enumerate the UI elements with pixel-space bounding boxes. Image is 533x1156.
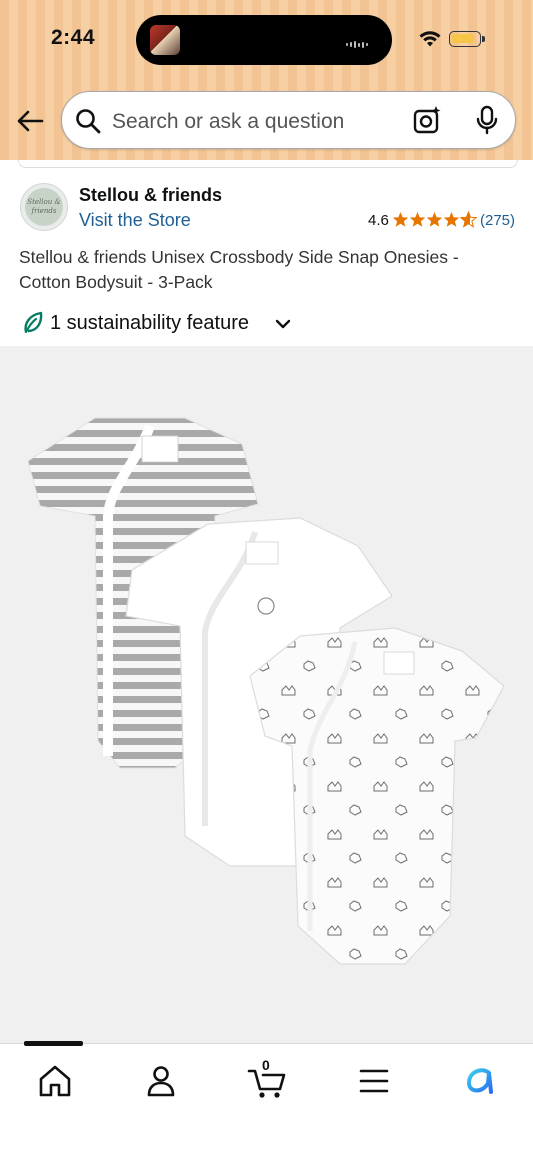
wifi-icon xyxy=(419,31,441,47)
product-image-gallery[interactable] xyxy=(0,346,533,1043)
battery-level xyxy=(452,34,474,43)
leaf-icon xyxy=(24,311,43,334)
battery-icon xyxy=(449,31,485,47)
sustainability-label: 1 sustainability feature xyxy=(50,312,250,334)
rating-count[interactable]: (275) xyxy=(480,212,515,229)
cart-button[interactable]: 0 xyxy=(247,1057,287,1101)
home-icon[interactable] xyxy=(35,1061,75,1101)
rating-value[interactable]: 4.6 xyxy=(368,212,389,229)
microphone-icon[interactable] xyxy=(475,105,499,135)
chevron-down-icon xyxy=(275,319,291,329)
now-playing-artwork xyxy=(150,25,180,55)
active-tab-indicator xyxy=(24,1041,83,1046)
hamburger-menu-icon[interactable] xyxy=(354,1061,394,1101)
search-icon xyxy=(76,109,101,134)
product-image[interactable] xyxy=(0,346,533,1043)
ai-assistant-icon[interactable] xyxy=(461,1061,501,1101)
star-rating[interactable] xyxy=(392,211,478,229)
brand-logo[interactable]: Stellou & friends xyxy=(20,183,68,231)
dynamic-island[interactable] xyxy=(136,15,392,65)
visit-store-link[interactable]: Visit the Store xyxy=(79,210,191,231)
top-header: 2:44 Search or ask a question xyxy=(0,0,533,160)
arrow-left-icon[interactable] xyxy=(15,106,45,136)
cart-count: 0 xyxy=(262,1057,270,1073)
brand-logo-text: Stellou & friends xyxy=(27,198,61,215)
camera-lens-icon[interactable] xyxy=(412,105,442,135)
bottom-navigation: 0 xyxy=(0,1041,533,1156)
product-title: Stellou & friends Unisex Crossbody Side … xyxy=(19,247,459,292)
person-icon[interactable] xyxy=(141,1061,181,1101)
search-bar[interactable]: Search or ask a question xyxy=(61,91,516,149)
stars-icon xyxy=(392,211,477,228)
status-time: 2:44 xyxy=(51,26,96,49)
audio-wave-icon xyxy=(346,36,374,49)
previous-card-edge xyxy=(18,160,518,168)
search-input[interactable]: Search or ask a question xyxy=(112,110,344,134)
brand-name[interactable]: Stellou & friends xyxy=(79,185,222,206)
